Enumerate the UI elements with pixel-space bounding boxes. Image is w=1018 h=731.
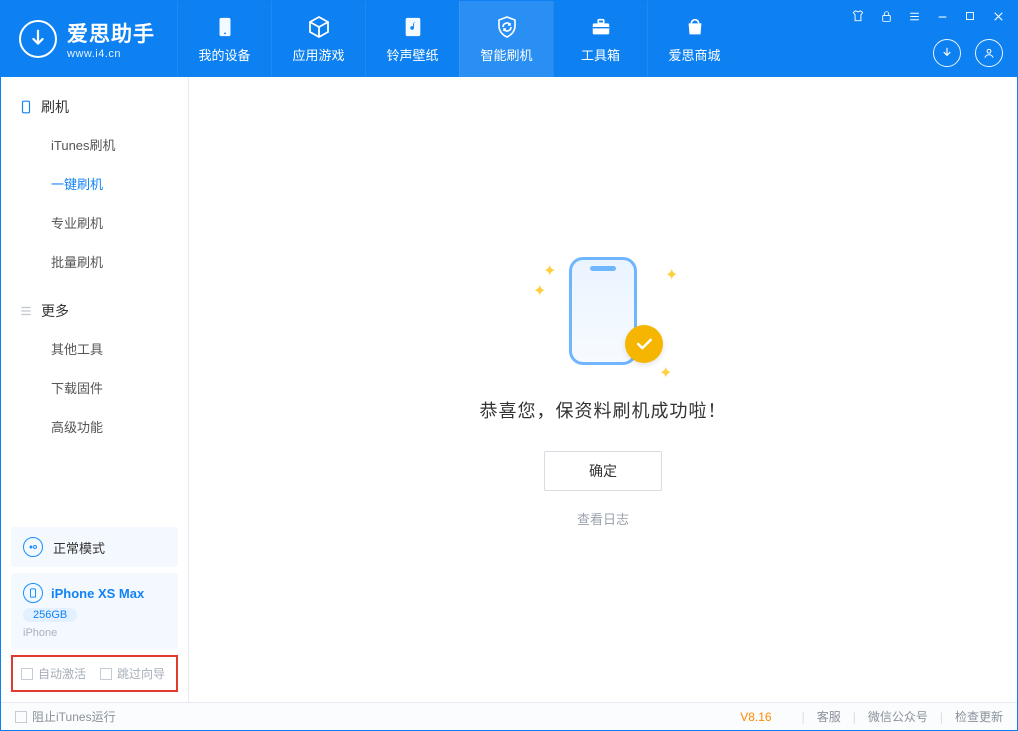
app-logo: 爱思助手 www.i4.cn — [1, 1, 177, 77]
tshirt-icon[interactable] — [847, 5, 869, 27]
checkbox-label: 跳过向导 — [117, 665, 165, 682]
success-illustration: ✦ ✦ ✦ ✦ — [543, 251, 663, 371]
sidebar-item-oneclick[interactable]: 一键刷机 — [1, 164, 188, 203]
cube-icon — [306, 14, 332, 40]
view-log-link[interactable]: 查看日志 — [577, 509, 629, 528]
tab-label: 爱思商城 — [668, 45, 720, 64]
sidebar-item-firmware[interactable]: 下载固件 — [1, 368, 188, 407]
sidebar-item-itunes[interactable]: iTunes刷机 — [1, 125, 188, 164]
section-title: 刷机 — [41, 97, 69, 117]
checkbox-block-itunes[interactable]: 阻止iTunes运行 — [15, 708, 116, 725]
device-card[interactable]: iPhone XS Max 256GB iPhone — [11, 573, 178, 649]
list-icon — [19, 304, 33, 318]
checkbox-label: 阻止iTunes运行 — [32, 708, 116, 725]
tab-label: 应用游戏 — [292, 45, 344, 64]
maximize-button[interactable] — [959, 5, 981, 27]
device-small-icon — [23, 583, 43, 603]
logo-icon — [19, 20, 57, 58]
status-link-support[interactable]: 客服 — [817, 708, 841, 725]
checkbox-icon — [15, 711, 27, 723]
main-content: ✦ ✦ ✦ ✦ 恭喜您，保资料刷机成功啦！ 确定 查看日志 — [189, 77, 1017, 702]
sidebar-item-batch[interactable]: 批量刷机 — [1, 242, 188, 281]
tab-label: 铃声壁纸 — [386, 45, 438, 64]
menu-icon[interactable] — [903, 5, 925, 27]
checkbox-skip-wizard[interactable]: 跳过向导 — [100, 665, 165, 682]
sparkle-icon: ✦ — [665, 265, 673, 273]
sidebar-item-advanced[interactable]: 高级功能 — [1, 407, 188, 446]
sidebar: 刷机 iTunes刷机 一键刷机 专业刷机 批量刷机 更多 其他工具 下载固件 … — [1, 77, 189, 702]
phone-outline-icon — [19, 100, 33, 114]
tab-label: 智能刷机 — [480, 45, 532, 64]
download-button[interactable] — [933, 39, 961, 67]
window-controls — [847, 5, 1009, 27]
sparkle-icon: ✦ — [659, 363, 667, 371]
mode-label: 正常模式 — [53, 538, 105, 557]
checkbox-icon — [100, 668, 112, 680]
check-badge-icon — [625, 325, 663, 363]
checkbox-label: 自动激活 — [38, 665, 86, 682]
checkbox-auto-activate[interactable]: 自动激活 — [21, 665, 86, 682]
sidebar-section-more: 更多 — [1, 291, 188, 329]
music-file-icon — [400, 14, 426, 40]
app-name: 爱思助手 — [67, 18, 155, 48]
options-box: 自动激活 跳过向导 — [11, 655, 178, 692]
sparkle-icon: ✦ — [533, 281, 541, 289]
bag-icon — [682, 14, 708, 40]
status-link-update[interactable]: 检查更新 — [955, 708, 1003, 725]
status-link-wechat[interactable]: 微信公众号 — [868, 708, 928, 725]
toolbox-icon — [588, 14, 614, 40]
mode-icon — [23, 537, 43, 557]
tab-toolbox[interactable]: 工具箱 — [553, 1, 647, 77]
refresh-shield-icon — [494, 14, 520, 40]
checkbox-icon — [21, 668, 33, 680]
sidebar-item-othertools[interactable]: 其他工具 — [1, 329, 188, 368]
tab-device[interactable]: 我的设备 — [177, 1, 271, 77]
version-label: V8.16 — [740, 710, 771, 724]
lock-icon[interactable] — [875, 5, 897, 27]
device-icon — [212, 14, 238, 40]
sidebar-section-flash: 刷机 — [1, 87, 188, 125]
tab-label: 我的设备 — [198, 45, 250, 64]
tab-flash[interactable]: 智能刷机 — [459, 1, 553, 77]
header-right-actions — [933, 39, 1003, 67]
tab-store[interactable]: 爱思商城 — [647, 1, 741, 77]
success-message: 恭喜您，保资料刷机成功啦！ — [480, 397, 727, 423]
device-name: iPhone XS Max — [51, 586, 144, 601]
mode-card[interactable]: 正常模式 — [11, 527, 178, 567]
tab-rings[interactable]: 铃声壁纸 — [365, 1, 459, 77]
ok-button[interactable]: 确定 — [544, 451, 662, 491]
user-button[interactable] — [975, 39, 1003, 67]
minimize-button[interactable] — [931, 5, 953, 27]
app-url: www.i4.cn — [67, 48, 155, 60]
sidebar-item-pro[interactable]: 专业刷机 — [1, 203, 188, 242]
status-bar: 阻止iTunes运行 V8.16 | 客服 | 微信公众号 | 检查更新 — [1, 702, 1017, 730]
device-storage: 256GB — [23, 608, 77, 622]
close-button[interactable] — [987, 5, 1009, 27]
section-title: 更多 — [41, 301, 69, 321]
tab-apps[interactable]: 应用游戏 — [271, 1, 365, 77]
sparkle-icon: ✦ — [543, 261, 551, 269]
tab-label: 工具箱 — [581, 45, 620, 64]
device-type: iPhone — [23, 627, 166, 639]
titlebar: 爱思助手 www.i4.cn 我的设备 应用游戏 铃声壁纸 智 — [1, 1, 1017, 77]
nav-tabs: 我的设备 应用游戏 铃声壁纸 智能刷机 工具箱 — [177, 1, 741, 77]
